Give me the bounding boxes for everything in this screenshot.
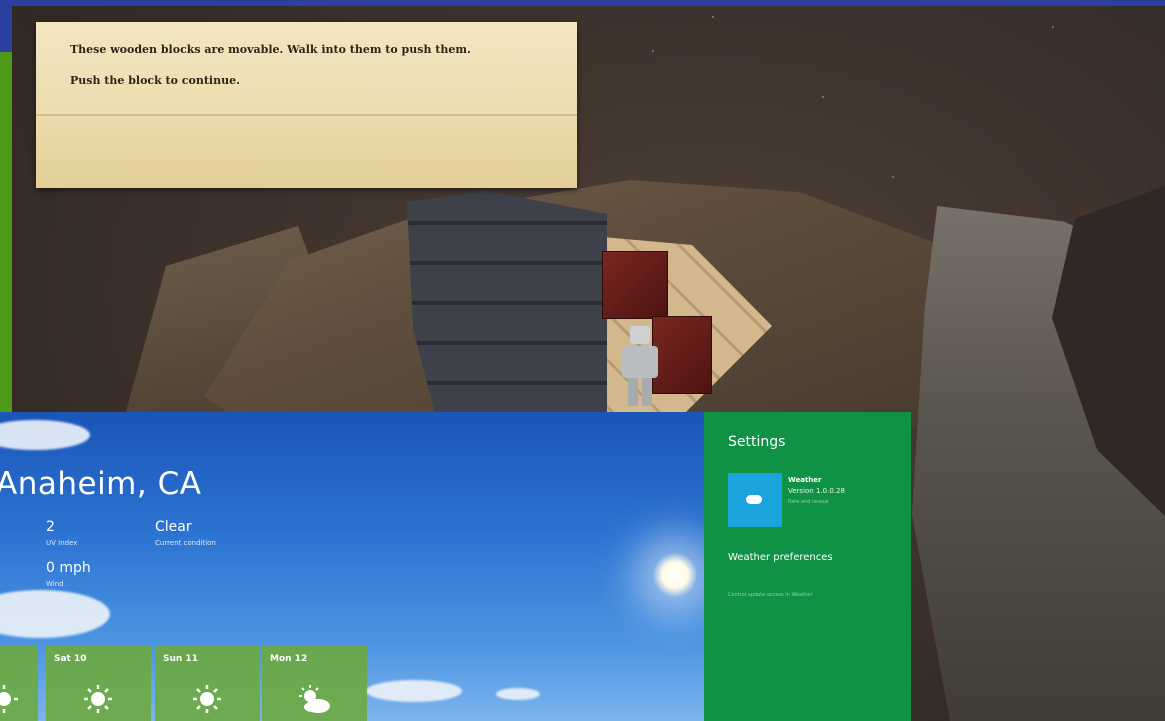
star (712, 16, 714, 18)
weather-app: Anaheim, CA 2 UV Index Clear Current con… (0, 412, 704, 721)
uv-label: UV Index (46, 539, 78, 547)
condition-label: Current condition (155, 539, 216, 547)
star (822, 96, 824, 98)
wind-label: Wind (46, 580, 64, 588)
tutorial-dialog: These wooden blocks are movable. Walk in… (36, 22, 577, 188)
forecast-day[interactable]: Sun 11 (155, 646, 260, 721)
partly-cloudy-icon (299, 685, 330, 713)
robot-leg (628, 378, 638, 406)
settings-pane: Settings Weather Version 1.0.0.28 Rate a… (704, 412, 911, 721)
sun-icon (84, 685, 112, 713)
condition-value: Clear (155, 519, 192, 535)
rate-review-link[interactable]: Rate and review (788, 499, 829, 505)
weather-app-tile[interactable] (728, 473, 782, 527)
cloud-icon (746, 495, 762, 504)
forecast-day-label: Sun 11 (163, 654, 198, 664)
dialog-line-1: These wooden blocks are movable. Walk in… (70, 43, 471, 56)
forecast-day[interactable]: Mon 12 (262, 646, 367, 721)
parchment-fold (36, 114, 577, 116)
cloud (366, 680, 462, 702)
forecast-day-label: Mon 12 (270, 654, 308, 664)
star (652, 50, 654, 52)
forecast-day[interactable]: Sat 10 (46, 646, 151, 721)
robot-body (622, 346, 658, 378)
sun-icon (193, 685, 221, 713)
cloud (0, 590, 110, 638)
dialog-line-2: Push the block to continue. (70, 74, 240, 87)
robot-leg (642, 378, 652, 406)
sun (652, 552, 698, 598)
star (892, 176, 894, 178)
cloud (0, 420, 90, 450)
weather-preferences-sub: Control update access in Weather (728, 592, 813, 598)
wooden-block (602, 251, 668, 319)
forecast-day-label: Sat 10 (54, 654, 87, 664)
app-version: Version 1.0.0.28 (788, 487, 845, 495)
app-name: Weather (788, 476, 822, 484)
uv-value: 2 (46, 519, 55, 535)
left-frame-green (0, 52, 12, 412)
cloud (496, 688, 540, 700)
forecast-day-partial[interactable] (0, 646, 38, 721)
city-name: Anaheim, CA (0, 466, 202, 502)
player-robot (618, 326, 662, 406)
weather-preferences-link[interactable]: Weather preferences (728, 552, 833, 563)
wind-value: 0 mph (46, 560, 91, 576)
robot-head (630, 326, 650, 344)
stone-wall (407, 191, 607, 421)
sun-icon (0, 685, 18, 713)
settings-title: Settings (728, 434, 786, 450)
star (1052, 26, 1054, 28)
